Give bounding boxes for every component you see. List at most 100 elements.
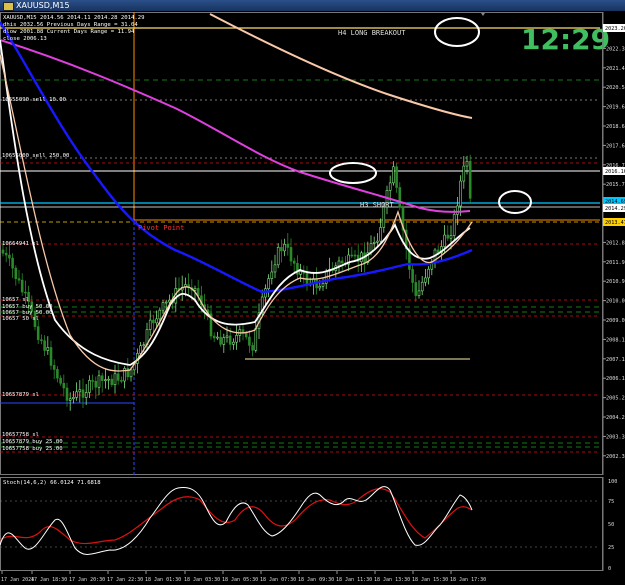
time-axis-label: 18 Jan 05:30 <box>222 577 258 583</box>
candle <box>107 375 110 390</box>
candle <box>241 323 245 341</box>
candle <box>315 267 318 295</box>
info-line: close 2006.13 <box>3 36 47 42</box>
candle <box>148 310 152 337</box>
time-axis-label: 17 Jan 20:30 <box>69 577 105 583</box>
price-tag: 2013.47 <box>603 218 625 226</box>
candle <box>72 390 75 404</box>
candle <box>123 366 126 389</box>
candle <box>344 256 347 268</box>
order-label: 10657 50 sl <box>2 316 39 322</box>
candle <box>446 225 450 242</box>
candle <box>427 266 430 285</box>
main-pane-frame <box>0 12 603 475</box>
order-labels: 10655090 sell 10.00 10655000 sell 250.00… <box>2 97 69 452</box>
candle <box>465 155 469 175</box>
annotation-ellipse-current <box>498 190 532 214</box>
order-label: 10657879 sl <box>2 392 39 398</box>
price-axis-label: 2010.95 <box>606 279 625 285</box>
order-label: 10655090 sell 10.00 <box>2 97 66 103</box>
time-axis-label: 17 Jan 2024 <box>1 577 34 583</box>
candle <box>78 380 82 403</box>
candle <box>283 238 286 257</box>
candle <box>113 364 117 394</box>
candle <box>68 392 72 411</box>
chart-icon <box>3 2 14 11</box>
candle <box>120 376 123 384</box>
candle <box>385 185 389 215</box>
candle <box>59 375 62 386</box>
order-label: 10664941 sl <box>2 241 39 247</box>
clock-display: 12:29 <box>521 23 610 56</box>
order-label: 10657758 sl <box>2 432 39 438</box>
candle <box>452 209 456 242</box>
candle <box>411 264 414 293</box>
info-line: XAUUSD,M15 2014.56 2014.11 2014.28 2014.… <box>3 15 144 21</box>
price-axis-label: 2002.35 <box>606 454 625 460</box>
candle <box>248 330 251 353</box>
candle <box>46 336 50 355</box>
ma-peach-short-line <box>0 54 473 372</box>
candle <box>212 332 216 342</box>
candle <box>56 366 59 383</box>
info-line: dhis 2032.56 Previous Days Range = 31.04 <box>3 22 138 28</box>
time-axis-label: 18 Jan 13:30 <box>374 577 410 583</box>
candle <box>110 374 114 387</box>
time-axis-label: 18 Jan 01:30 <box>145 577 181 583</box>
candle <box>408 243 411 279</box>
stoch-axis-label: 75 <box>608 499 614 505</box>
candle <box>286 233 290 256</box>
candle <box>36 320 40 344</box>
time-axis-label: 17 Jan 22:30 <box>107 577 143 583</box>
candle <box>267 274 270 297</box>
price-axis: 2023.362022.352021.402020.552019.602018.… <box>602 12 625 475</box>
candle <box>276 243 280 269</box>
candle <box>62 374 66 397</box>
price-axis-label: 2019.60 <box>606 105 625 111</box>
info-panel: XAUUSD,M15 2014.56 2014.11 2014.28 2014.… <box>3 15 144 42</box>
h3-short-label: H3 SHORT <box>360 201 395 209</box>
order-label: 10657 sl <box>2 297 29 303</box>
candle <box>468 154 472 205</box>
candle <box>104 368 107 389</box>
price-axis-label: 2008.10 <box>606 337 625 343</box>
time-axis-label: 18 Jan 17:30 <box>450 577 486 583</box>
candle <box>299 263 302 283</box>
candle <box>459 175 462 216</box>
candle <box>420 276 424 296</box>
candle <box>360 250 363 273</box>
ma-blue-line <box>0 21 473 294</box>
time-axis-label: 18 Jan 07:30 <box>260 577 296 583</box>
candle <box>337 256 341 274</box>
stoch-axis-label: 25 <box>608 545 614 551</box>
candle <box>8 244 11 266</box>
annotation-ellipse-breakout <box>434 17 480 47</box>
candle <box>100 372 104 393</box>
candle <box>209 304 213 340</box>
chart-shift-marker[interactable] <box>481 13 485 16</box>
stoch-label: Stoch(14,6,2) 66.0124 71.6818 <box>3 480 101 486</box>
candle <box>334 262 338 278</box>
stoch-axis-label: 100 <box>608 479 617 485</box>
candle <box>17 269 21 284</box>
candle <box>126 357 130 381</box>
candle <box>94 376 98 399</box>
candle <box>417 280 421 299</box>
candle <box>91 374 94 391</box>
candle <box>395 163 398 193</box>
h4-long-breakout-label: H4 LONG BREAKOUT <box>338 29 406 37</box>
candle <box>433 247 437 269</box>
price-axis-label: 2011.90 <box>606 260 625 266</box>
pivot-point-label: Pivot Point <box>138 224 184 232</box>
window-title: XAUUSD,M15 <box>16 1 70 10</box>
price-axis-label: 2018.60 <box>606 124 625 130</box>
candle <box>88 375 91 399</box>
candle <box>331 262 334 274</box>
candle <box>4 246 8 263</box>
candle <box>219 329 222 347</box>
price-chart[interactable]: H4 LONG BREAKOUT H3 SHORT Pivot Point XA… <box>0 11 625 585</box>
order-label: 10655000 sell 250.00 <box>2 153 69 159</box>
candle <box>187 273 190 296</box>
candle <box>372 236 376 249</box>
candle <box>289 238 293 266</box>
